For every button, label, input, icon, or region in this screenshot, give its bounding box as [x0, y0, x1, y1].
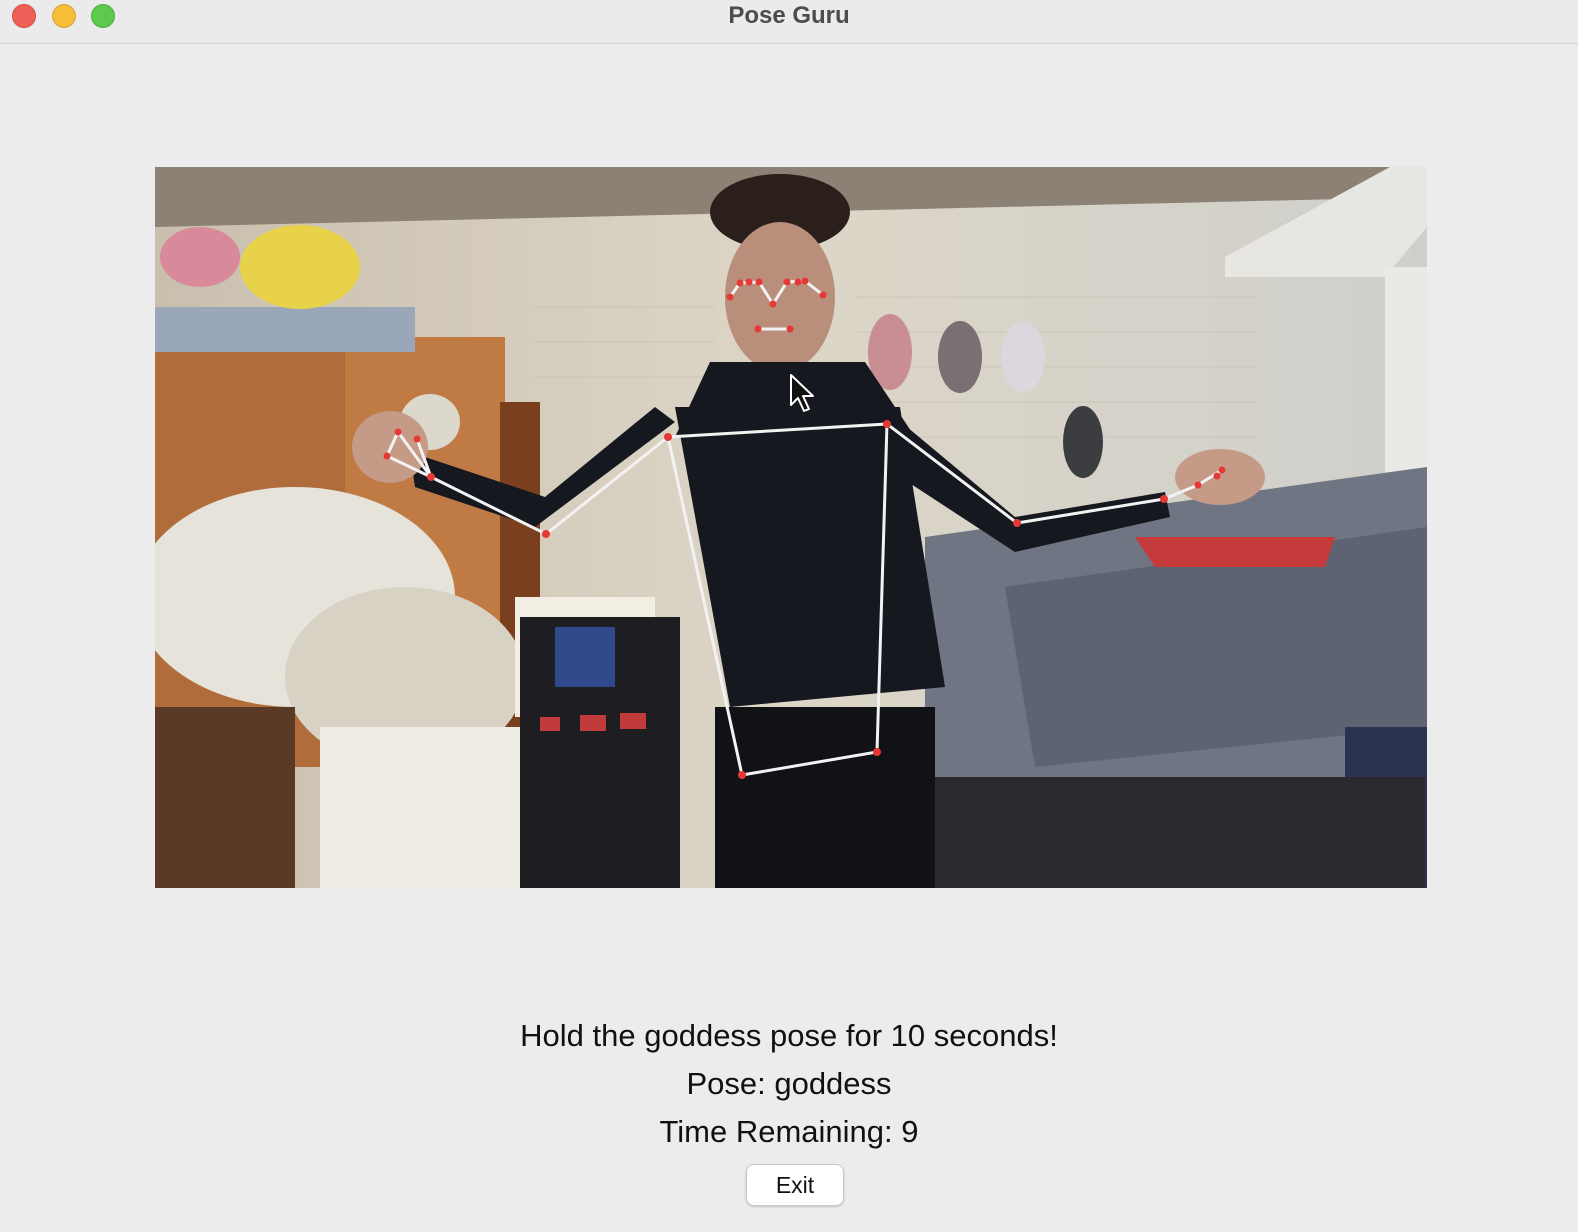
window-title: Pose Guru	[728, 2, 850, 29]
timer-label: Time Remaining: 9	[659, 1114, 919, 1149]
window-titlebar: Pose Guru	[0, 0, 1578, 44]
camera-feed	[155, 167, 1427, 888]
instruction-text: Hold the goddess pose for 10 seconds!	[520, 1018, 1058, 1053]
exit-button[interactable]: Exit	[746, 1164, 844, 1206]
pose-label: Pose: goddess	[686, 1066, 892, 1101]
